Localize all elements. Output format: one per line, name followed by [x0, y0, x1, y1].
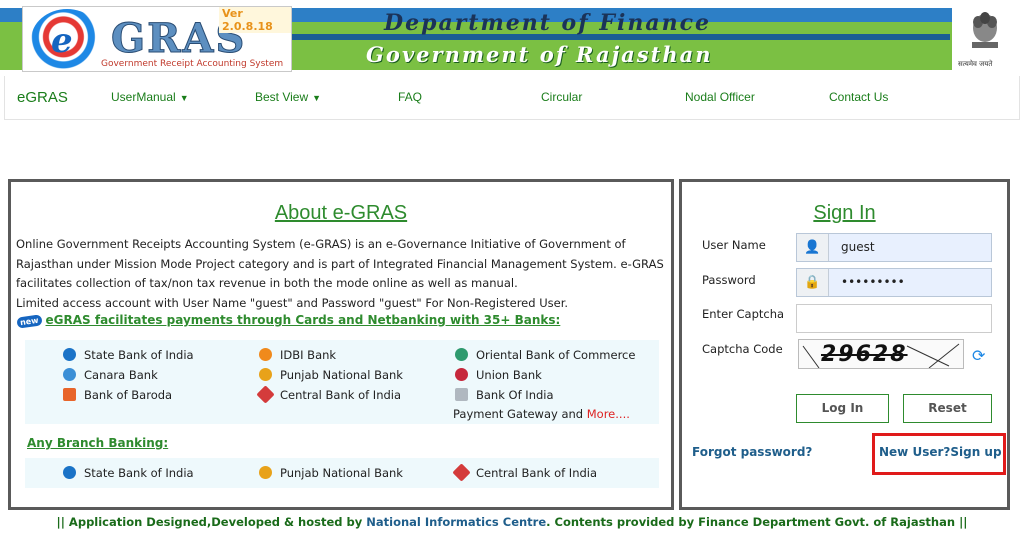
bank-item[interactable]: Punjab National Bank [259, 368, 403, 382]
nav-brand[interactable]: eGRAS [17, 89, 68, 106]
captcha-input-label: Enter Captcha [702, 307, 785, 321]
logo-subtitle: Government Receipt Accounting System [101, 59, 284, 69]
emblem-motto: सत्यमेव जयते [958, 60, 993, 68]
password-value: ••••••••• [841, 275, 905, 289]
bank-name: State Bank of India [84, 348, 194, 362]
footer: || Application Designed,Developed & host… [0, 515, 1024, 529]
sbi-logo-icon [63, 466, 76, 479]
bank-item[interactable]: Bank Of India [455, 388, 554, 402]
refresh-captcha-icon[interactable]: ⟳ [972, 346, 985, 365]
reset-button[interactable]: Reset [903, 394, 992, 423]
nav-item-label: UserManual [111, 90, 176, 104]
about-panel: About e-GRAS Online Government Receipts … [8, 179, 674, 510]
password-label: Password [702, 273, 756, 287]
cards-netbanking-link[interactable]: new eGRAS facilitates payments through Ca… [16, 313, 561, 329]
footer-text-2: . Contents provided by Finance Departmen… [546, 515, 968, 529]
signin-panel: Sign In User Name 👤 guest Password 🔒 •••… [679, 179, 1010, 510]
idbi-logo-icon [259, 348, 272, 361]
nav-item-faq[interactable]: FAQ [398, 90, 422, 104]
captcha-code: 29628 [821, 342, 908, 367]
guest-access-note: Limited access account with User Name "g… [16, 295, 569, 310]
boi-logo-icon [455, 388, 468, 401]
logo-e: e [51, 21, 73, 61]
egras-logo[interactable]: e GRAS Ver 2.0.8.18 Government Receipt A… [22, 6, 292, 72]
new-badge-icon: new [16, 314, 43, 329]
bank-item[interactable]: Bank of Baroda [63, 388, 172, 402]
ashoka-emblem-icon [972, 12, 998, 48]
about-description: Online Government Receipts Accounting Sy… [16, 235, 671, 313]
lock-icon: 🔒 [797, 269, 829, 296]
government-title: Government of Rajasthan [366, 42, 713, 67]
bank-name: Bank Of India [476, 388, 554, 402]
nav-item-usermanual[interactable]: UserManual ▼ [111, 90, 189, 104]
forgot-password-link[interactable]: Forgot password? [692, 445, 812, 459]
bob-logo-icon [63, 388, 76, 401]
signin-title: Sign In [813, 202, 876, 224]
state-emblem: सत्यमेव जयते [952, 0, 1024, 76]
netbanking-bank-list: State Bank of India IDBI Bank Oriental B… [25, 340, 659, 424]
sbi-logo-icon [63, 348, 76, 361]
username-value: guest [841, 240, 875, 254]
nav-item-contact-us[interactable]: Contact Us [829, 90, 888, 104]
payment-gateway-text: Payment Gateway and More.... [453, 407, 630, 421]
union-bank-logo-icon [455, 368, 468, 381]
nav-item-best-view[interactable]: Best View ▼ [255, 90, 321, 104]
cards-link-label: eGRAS facilitates payments through Cards… [45, 313, 561, 327]
bank-name: Union Bank [476, 368, 542, 382]
bank-item[interactable]: IDBI Bank [259, 348, 336, 362]
captcha-code-label: Captcha Code [702, 342, 783, 356]
any-branch-banking-title[interactable]: Any Branch Banking: [27, 436, 168, 450]
branch-bank-item[interactable]: Punjab National Bank [259, 466, 403, 480]
bank-name: Bank of Baroda [84, 388, 173, 402]
user-icon: 👤 [797, 234, 829, 261]
bank-item[interactable]: Canara Bank [63, 368, 158, 382]
footer-text: || Application Designed,Developed & host… [56, 515, 363, 529]
about-paragraph: Online Government Receipts Accounting Sy… [16, 237, 664, 290]
username-field[interactable]: 👤 guest [796, 233, 992, 262]
signup-link[interactable]: New User?Sign up [879, 445, 1002, 459]
bank-name: IDBI Bank [280, 348, 337, 362]
obc-logo-icon [455, 348, 468, 361]
caret-down-icon: ▼ [179, 93, 189, 103]
header-banner: e GRAS Ver 2.0.8.18 Government Receipt A… [0, 0, 1024, 76]
cbi-logo-icon [452, 463, 471, 482]
branch-bank-item[interactable]: Central Bank of India [452, 463, 598, 482]
pnb-logo-icon [259, 466, 272, 479]
branch-bank-list: State Bank of India Punjab National Bank… [25, 458, 659, 488]
nic-link[interactable]: National Informatics Centre [366, 515, 546, 529]
nav-item-label: Best View [255, 90, 309, 104]
captcha-input[interactable] [796, 304, 992, 333]
bank-item[interactable]: Central Bank of India [256, 385, 402, 404]
version-label: Ver 2.0.8.18 [219, 7, 291, 33]
bank-name: Canara Bank [84, 368, 158, 382]
password-field[interactable]: 🔒 ••••••••• [796, 268, 992, 297]
about-title: About e-GRAS [274, 202, 408, 224]
more-banks-link[interactable]: More.... [587, 407, 630, 421]
nav-item-nodal-officer[interactable]: Nodal Officer [685, 90, 755, 104]
bank-name: Central Bank of India [280, 388, 402, 402]
bank-name: Central Bank of India [476, 466, 598, 480]
cbi-logo-icon [256, 385, 275, 404]
bank-name: State Bank of India [84, 466, 194, 480]
department-title: Department of Finance [384, 10, 711, 36]
caret-down-icon: ▼ [312, 93, 322, 103]
canara-logo-icon [63, 368, 76, 381]
bank-name: Oriental Bank of Commerce [476, 348, 636, 362]
username-label: User Name [702, 238, 766, 252]
pnb-logo-icon [259, 368, 272, 381]
bank-item[interactable]: Union Bank [455, 368, 542, 382]
branch-bank-item[interactable]: State Bank of India [63, 466, 194, 480]
bank-name: Punjab National Bank [280, 368, 403, 382]
bank-item[interactable]: State Bank of India [63, 348, 194, 362]
login-button[interactable]: Log In [796, 394, 889, 423]
captcha-image: 29628 [798, 339, 964, 369]
gateway-label: Payment Gateway and [453, 407, 584, 421]
main-navbar: eGRAS UserManual ▼ Best View ▼ FAQ Circula… [4, 76, 1020, 120]
nav-item-circular[interactable]: Circular [541, 90, 582, 104]
bank-name: Punjab National Bank [280, 466, 403, 480]
bank-item[interactable]: Oriental Bank of Commerce [455, 348, 635, 362]
